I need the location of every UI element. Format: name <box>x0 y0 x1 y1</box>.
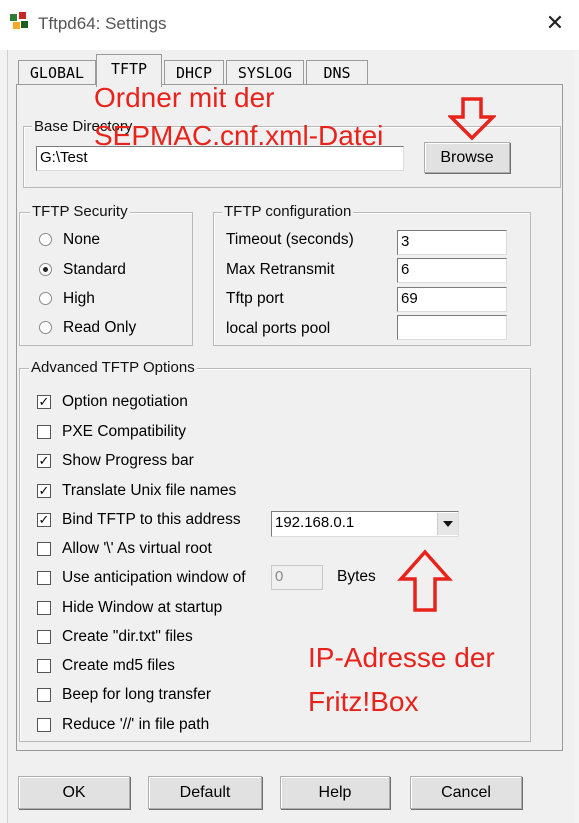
window-title: Tftpd64: Settings <box>38 14 167 33</box>
advanced-option-label: Reduce '//' in file path <box>62 716 210 733</box>
security-standard-radio[interactable] <box>39 263 52 276</box>
advanced-option-checkbox[interactable] <box>37 630 51 644</box>
advanced-options-label: Advanced TFTP Options <box>29 359 197 376</box>
local-ports-pool-input[interactable] <box>397 315 507 340</box>
tftp-configuration-label: TFTP configuration <box>222 203 354 220</box>
advanced-option-label: Create md5 files <box>62 657 175 674</box>
ip-annotation-line1: IP-Adresse der <box>308 642 495 673</box>
timeout-label: Timeout (seconds) <box>226 231 354 248</box>
ip-annotation-line2: Fritz!Box <box>308 686 419 717</box>
app-icon <box>10 12 28 29</box>
advanced-option-checkbox[interactable] <box>37 601 51 615</box>
security-readonly-label: Read Only <box>63 319 137 336</box>
tftp-security-label: TFTP Security <box>30 203 130 220</box>
folder-annotation-line2: SEPMAC.cnf.xml-Datei <box>94 120 384 151</box>
advanced-option-checkbox[interactable] <box>37 542 51 556</box>
advanced-option-checkbox[interactable] <box>37 571 51 585</box>
advanced-option-checkbox[interactable] <box>37 688 51 702</box>
security-high-label: High <box>63 290 95 307</box>
bind-address-select[interactable]: 192.168.0.1 <box>271 511 459 537</box>
help-button[interactable]: Help <box>280 776 390 809</box>
advanced-option-checkbox[interactable] <box>37 659 51 673</box>
ok-button[interactable]: OK <box>18 776 130 809</box>
advanced-option-checkbox[interactable]: ✓ <box>37 484 51 498</box>
tab-tftp[interactable]: TFTP <box>96 54 162 87</box>
tftp-port-label: Tftp port <box>226 290 284 307</box>
advanced-option-checkbox[interactable] <box>37 718 51 732</box>
security-readonly-radio[interactable] <box>39 321 52 334</box>
security-high-radio[interactable] <box>39 292 52 305</box>
advanced-option-label: Use anticipation window of <box>62 569 246 586</box>
chevron-down-icon[interactable] <box>437 513 458 535</box>
advanced-option-label: Beep for long transfer <box>62 686 212 703</box>
advanced-option-checkbox[interactable]: ✓ <box>37 513 51 527</box>
advanced-option-label: Bind TFTP to this address <box>62 511 241 528</box>
tftp-port-input[interactable]: 69 <box>397 287 507 312</box>
close-icon[interactable]: ✕ <box>543 10 567 36</box>
advanced-option-label: Create "dir.txt" files <box>62 628 193 645</box>
security-none-label: None <box>63 231 101 248</box>
security-none-radio[interactable] <box>39 233 52 246</box>
anticipation-window-input[interactable]: 0 <box>271 565 323 590</box>
browse-button[interactable]: Browse <box>424 142 510 173</box>
tab-dns[interactable]: DNS <box>306 60 368 85</box>
local-ports-pool-label: local ports pool <box>226 320 331 337</box>
advanced-option-checkbox[interactable]: ✓ <box>37 395 51 409</box>
advanced-option-label: Show Progress bar <box>62 452 194 469</box>
window-border <box>574 50 579 823</box>
arrow-down-annotation-icon <box>448 97 496 141</box>
max-retransmit-label: Max Retransmit <box>226 261 335 278</box>
advanced-option-label: PXE Compatibility <box>62 423 187 440</box>
arrow-up-annotation-icon <box>397 549 453 612</box>
background-window-edge <box>0 50 8 823</box>
bytes-label: Bytes <box>337 568 376 585</box>
advanced-option-checkbox[interactable] <box>37 425 51 439</box>
cancel-button[interactable]: Cancel <box>410 776 522 809</box>
timeout-input[interactable]: 3 <box>397 230 507 255</box>
max-retransmit-input[interactable]: 6 <box>397 258 507 283</box>
advanced-option-label: Option negotiation <box>62 393 188 410</box>
advanced-option-label: Translate Unix file names <box>62 482 237 499</box>
advanced-option-checkbox[interactable]: ✓ <box>37 454 51 468</box>
advanced-option-label: Allow '\' As virtual root <box>62 540 212 557</box>
advanced-option-label: Hide Window at startup <box>62 599 223 616</box>
tab-global[interactable]: GLOBAL <box>18 60 96 85</box>
default-button[interactable]: Default <box>148 776 262 809</box>
security-standard-label: Standard <box>63 261 126 278</box>
